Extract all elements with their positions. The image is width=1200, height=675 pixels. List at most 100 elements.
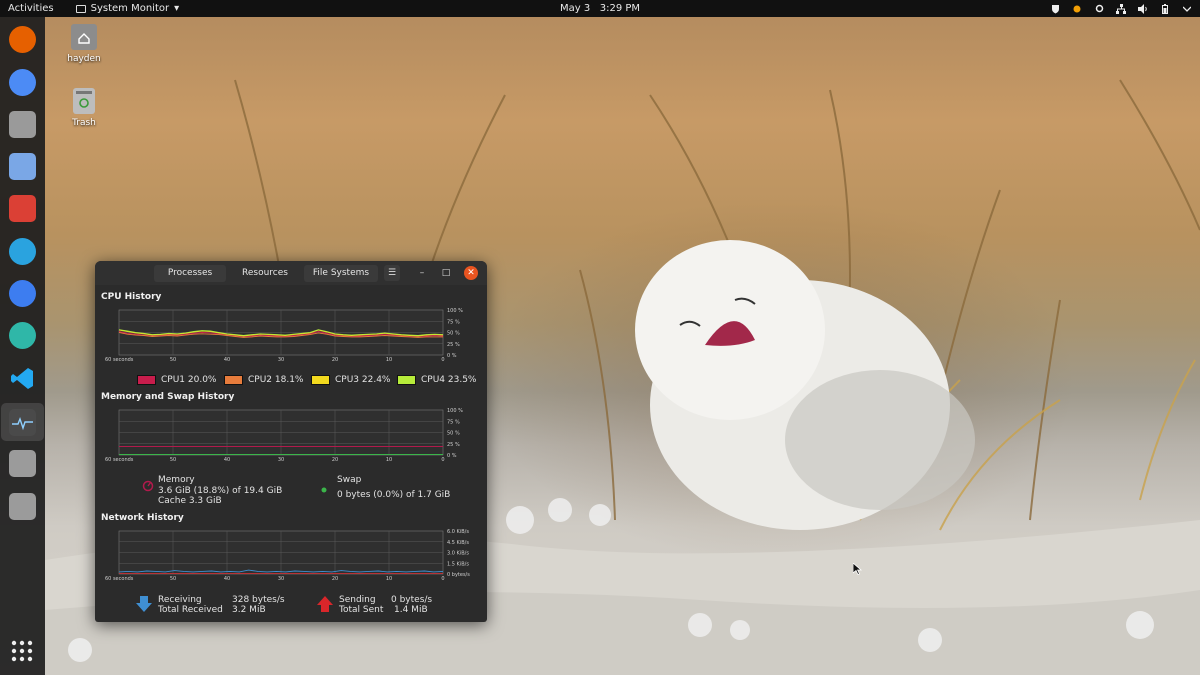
- desktop-trash[interactable]: Trash: [54, 88, 114, 128]
- total-received-label: Total Received: [158, 605, 223, 615]
- clock-button[interactable]: May 3 3:29 PM: [560, 3, 640, 14]
- battery-icon[interactable]: [1160, 3, 1170, 14]
- cpu-x-tick: 10: [386, 357, 392, 363]
- tab-processes[interactable]: Processes: [154, 265, 226, 282]
- cpu4-color-swatch[interactable]: [397, 375, 416, 385]
- cloud-icon: [9, 280, 36, 307]
- activities-button[interactable]: Activities: [0, 0, 62, 17]
- maximize-button[interactable]: □: [438, 265, 454, 281]
- vscode-icon: [9, 365, 36, 392]
- trash-icon: [73, 88, 95, 114]
- network-history-title: Network History: [101, 513, 184, 523]
- files-icon: [9, 111, 36, 138]
- mem-y-tick: 100 %: [447, 408, 463, 414]
- dock-item-drive-2[interactable]: [8, 492, 37, 521]
- gear-icon[interactable]: [1094, 4, 1104, 14]
- mem-x-tick: 60 seconds: [105, 457, 134, 463]
- app-menu[interactable]: System Monitor ▾: [75, 0, 180, 17]
- clock-date: May 3: [559, 3, 591, 14]
- tab-resources[interactable]: Resources: [229, 265, 301, 282]
- close-button[interactable]: ✕: [464, 266, 478, 280]
- dock: [0, 17, 45, 675]
- cpu-x-tick: 50: [170, 357, 176, 363]
- mem-y-tick: 50 %: [447, 431, 460, 437]
- mem-y-tick: 0 %: [447, 453, 457, 459]
- chromium-icon: [9, 69, 36, 96]
- net-y-tick: 6.0 KiB/s: [447, 529, 469, 535]
- receiving-value: 328 bytes/s: [232, 595, 285, 605]
- dock-item-mail[interactable]: [8, 152, 37, 181]
- show-applications-button[interactable]: [10, 639, 34, 663]
- mail-icon: [9, 153, 36, 180]
- swap-value: 0 bytes (0.0%) of 1.7 GiB: [337, 490, 451, 500]
- remote-icon: [9, 322, 36, 349]
- minimize-button[interactable]: –: [414, 265, 430, 281]
- net-x-tick: 50: [170, 576, 176, 582]
- show-applications-icon: [11, 640, 33, 662]
- mem-x-tick: 0: [441, 457, 444, 463]
- window-header[interactable]: Processes Resources File Systems ☰ – □ ✕: [95, 261, 487, 285]
- total-sent-label: Total Sent: [339, 605, 384, 615]
- memory-swap-history-graph: 60 seconds 50 40 30 20 10 0 100 % 75 % 50 % 25 % 0 …: [105, 408, 463, 463]
- memory-value: 3.6 GiB (18.8%) of 19.4 GiB: [158, 486, 283, 496]
- memory-color-icon[interactable]: [142, 480, 154, 492]
- volume-icon[interactable]: [1138, 3, 1148, 14]
- dock-item-vscode[interactable]: [8, 364, 37, 393]
- dock-item-firefox[interactable]: [8, 25, 37, 54]
- cpu-y-tick: 0 %: [447, 353, 457, 359]
- mouse-cursor-icon: [853, 563, 863, 575]
- dock-item-cloud[interactable]: [8, 279, 37, 308]
- app-menu-icon: [75, 4, 86, 13]
- net-x-tick: 40: [224, 576, 230, 582]
- total-received-value: 3.2 MiB: [232, 605, 266, 615]
- tab-file-systems[interactable]: File Systems: [304, 265, 378, 282]
- dock-item-files[interactable]: [8, 110, 37, 139]
- dock-item-telegram[interactable]: [8, 237, 37, 266]
- cpu-x-tick: 60 seconds: [105, 357, 134, 363]
- system-monitor-icon: [9, 409, 36, 436]
- cpu1-color-swatch[interactable]: [137, 375, 156, 385]
- dock-item-chromium[interactable]: [8, 68, 37, 97]
- home-folder-icon: [71, 24, 97, 50]
- net-y-tick: 1.5 KiB/s: [447, 561, 469, 567]
- cpu-history-graph: 60 seconds 50 40 30 20 10 0 100 % 75 % 50 % 25 % 0 …: [105, 308, 463, 363]
- cpu-y-tick: 100 %: [447, 308, 463, 314]
- receiving-arrow-icon[interactable]: [136, 596, 152, 612]
- dock-item-remote[interactable]: [8, 321, 37, 350]
- desktop-home-folder[interactable]: hayden: [54, 24, 114, 64]
- telegram-icon: [9, 238, 36, 265]
- menu-icon[interactable]: ☰: [384, 265, 400, 281]
- system-tray: [1050, 0, 1192, 17]
- cpu3-color-swatch[interactable]: [311, 375, 330, 385]
- power-menu-icon[interactable]: [1182, 4, 1192, 14]
- clock-time: 3:29 PM: [599, 3, 641, 14]
- dock-item-todoist[interactable]: [8, 194, 37, 223]
- swap-label: Swap: [337, 475, 362, 485]
- system-monitor-window: Processes Resources File Systems ☰ – □ ✕…: [95, 261, 487, 622]
- net-y-tick: 4.5 KiB/s: [447, 540, 469, 546]
- cpu-y-tick: 50 %: [447, 331, 460, 337]
- swap-color-icon[interactable]: [321, 487, 327, 493]
- net-x-tick: 0: [441, 576, 444, 582]
- cpu2-color-swatch[interactable]: [224, 375, 243, 385]
- shield-icon[interactable]: [1050, 4, 1060, 14]
- cpu-history-title: CPU History: [101, 292, 162, 302]
- net-x-tick: 20: [332, 576, 338, 582]
- home-folder-label: hayden: [67, 54, 101, 64]
- network-history-graph: 60 seconds 50 40 30 20 10 0 6.0 KiB/s 4.5 KiB/s 3…: [105, 529, 470, 582]
- clock: May 3 3:29 PM: [0, 0, 1200, 17]
- cpu-y-tick: 25 %: [447, 342, 460, 348]
- dock-item-drive-1[interactable]: [8, 449, 37, 478]
- mem-x-tick: 40: [224, 457, 230, 463]
- indicator-dot-icon[interactable]: [1072, 4, 1082, 14]
- dock-item-system-monitor[interactable]: [8, 408, 37, 437]
- network-icon[interactable]: [1116, 3, 1126, 14]
- cpu-x-tick: 0: [441, 357, 444, 363]
- cpu-x-tick: 30: [278, 357, 284, 363]
- cpu1-legend-label: CPU1 20.0%: [161, 375, 217, 385]
- sending-arrow-icon[interactable]: [317, 596, 333, 612]
- chevron-down-icon: ▾: [174, 3, 180, 14]
- net-x-tick: 10: [386, 576, 392, 582]
- mem-x-tick: 10: [386, 457, 392, 463]
- cpu-y-tick: 75 %: [447, 319, 460, 325]
